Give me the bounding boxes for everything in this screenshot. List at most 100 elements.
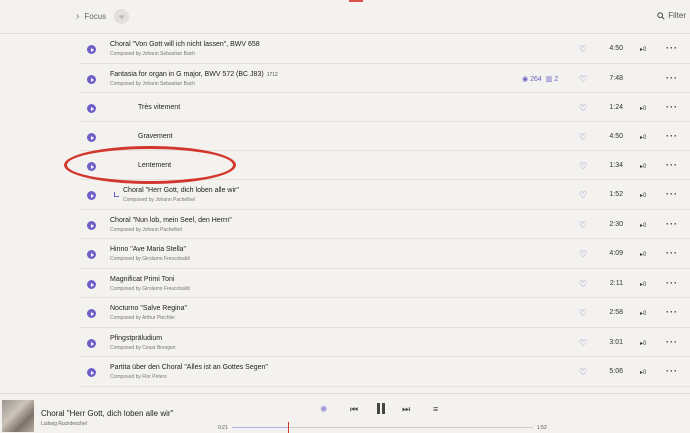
track-year: 1712 [266, 72, 278, 78]
work-stats[interactable]: ◉ 264 ▥ 2 [522, 75, 558, 83]
track-title[interactable]: Très vitement [138, 104, 180, 111]
track-title[interactable]: Choral "Nun lob, mein Seel, den Herrn" [110, 217, 232, 224]
track-row[interactable]: Choral "Herr Gott, dich loben alle wir" C… [80, 180, 690, 210]
play-button[interactable] [87, 75, 96, 84]
track-composer[interactable]: Composed by Johann Pachelbel [123, 197, 195, 203]
track-duration: 2:30 [609, 221, 623, 228]
favorite-heart-icon[interactable]: ♡ [579, 367, 589, 377]
queue-button[interactable]: ≡ [433, 404, 438, 414]
play-button[interactable] [87, 45, 96, 54]
track-composer[interactable]: Composed by Flor Peters [110, 374, 167, 380]
track-composer[interactable]: Composed by Girolamo Frescobaldi [110, 256, 190, 262]
favorite-heart-icon[interactable]: ♡ [579, 74, 589, 84]
more-options-button[interactable]: ··· [666, 366, 678, 376]
album-cover[interactable] [2, 400, 34, 432]
track-duration: 1:52 [609, 191, 623, 198]
play-count: ▸0 [640, 370, 647, 376]
track-duration: 3:01 [609, 339, 623, 346]
track-title[interactable]: Partita über den Choral "Alles ist an Go… [110, 364, 268, 371]
play-count: ▸0 [640, 193, 647, 199]
more-options-button[interactable]: ··· [666, 189, 678, 199]
play-button[interactable] [87, 221, 96, 230]
play-count: ▸0 [640, 223, 647, 229]
track-composer[interactable]: Composed by Johann Sebastian Bach [110, 51, 195, 57]
favorite-heart-icon[interactable]: ♡ [579, 249, 589, 259]
filter-button[interactable]: Filter [657, 11, 686, 20]
track-row[interactable]: Fantasia for organ in G major, BWV 572 (… [80, 64, 690, 93]
previous-button[interactable]: ⏮ [350, 404, 358, 415]
track-composer[interactable]: Composed by Arthur Piechler [110, 315, 175, 321]
seek-bar[interactable] [232, 422, 533, 433]
favorite-heart-icon[interactable]: ♡ [579, 44, 589, 54]
play-button[interactable] [87, 339, 96, 348]
track-list: Choral "Von Gott will ich nicht lassen",… [80, 34, 690, 387]
play-button[interactable] [87, 133, 96, 142]
favorite-heart-icon[interactable]: ♡ [579, 220, 589, 230]
track-duration: 1:24 [609, 104, 623, 111]
more-options-button[interactable]: ··· [666, 307, 678, 317]
track-duration: 7:48 [609, 75, 623, 82]
track-row[interactable]: Pfingstpräludium Composed by Cesar Bresge… [80, 328, 690, 357]
more-options-button[interactable]: ··· [666, 278, 678, 288]
more-options-button[interactable]: ··· [666, 43, 678, 53]
favorite-heart-icon[interactable]: ♡ [579, 190, 589, 200]
track-row[interactable]: Hinno "Ave Maria Stella" Composed by Giro… [80, 239, 690, 269]
more-options-button[interactable]: ··· [666, 102, 678, 112]
chevron-right-icon: › [76, 11, 80, 22]
track-title[interactable]: Fantasia for organ in G major, BWV 572 (… [110, 71, 278, 78]
play-button[interactable] [87, 368, 96, 377]
track-title[interactable]: Hinno "Ave Maria Stella" [110, 246, 186, 253]
favorite-heart-icon[interactable]: ♡ [579, 338, 589, 348]
play-button[interactable] [87, 191, 96, 200]
track-title[interactable]: Magnificat Primi Toni [110, 276, 174, 283]
favorite-heart-icon[interactable]: ♡ [579, 308, 589, 318]
track-title[interactable]: Nocturno "Salve Regina" [110, 305, 187, 312]
focus-toggle[interactable]: › Focus [76, 11, 106, 22]
track-composer[interactable]: Composed by Johann Pachelbel [110, 227, 182, 233]
track-composer[interactable]: Composed by Johann Sebastian Bach [110, 81, 195, 87]
play-button[interactable] [87, 250, 96, 259]
track-composer[interactable]: Composed by Cesar Bresgen [110, 345, 176, 351]
search-icon [657, 11, 665, 20]
play-button[interactable] [87, 104, 96, 113]
track-title[interactable]: Pfingstpräludium [110, 335, 162, 342]
track-title[interactable]: Gravement [138, 133, 173, 140]
play-count: ▸0 [640, 106, 647, 112]
play-count: ▸0 [640, 341, 647, 347]
favorite-album-button[interactable]: ♥ [114, 9, 129, 24]
heart-icon: ♥ [118, 11, 125, 22]
track-composer[interactable]: Composed by Girolamo Frescobaldi [110, 286, 190, 292]
seek-handle[interactable] [288, 422, 290, 433]
track-title[interactable]: Choral "Herr Gott, dich loben alle wir" [123, 187, 239, 194]
track-row[interactable]: Très vitement ♡ 1:24 ▸0 ··· [80, 93, 690, 122]
play-count: ▸0 [640, 311, 647, 317]
more-options-button[interactable]: ··· [666, 337, 678, 347]
favorite-heart-icon[interactable]: ♡ [579, 161, 589, 171]
pause-button[interactable] [377, 403, 385, 414]
track-duration: 1:34 [609, 162, 623, 169]
views-icon: ◉ [522, 76, 529, 83]
favorite-heart-icon[interactable]: ♡ [579, 132, 589, 142]
favorite-heart-icon[interactable]: ♡ [579, 103, 589, 113]
more-options-button[interactable]: ··· [666, 73, 678, 83]
track-row[interactable]: Choral "Nun lob, mein Seel, den Herrn" Co… [80, 210, 690, 239]
more-options-button[interactable]: ··· [666, 219, 678, 229]
track-row[interactable]: Magnificat Primi Toni Composed by Girolam… [80, 269, 690, 298]
now-playing-artist[interactable]: Ludwig Ruckdeschel [41, 421, 87, 427]
filter-label: Filter [668, 11, 686, 20]
now-playing-bar: Choral "Herr Gott, dich loben alle wir" … [0, 393, 690, 433]
now-playing-title[interactable]: Choral "Herr Gott, dich loben alle wir" [41, 409, 173, 418]
total-time: 1:52 [537, 425, 547, 431]
track-row[interactable]: Nocturno "Salve Regina" Composed by Arthu… [80, 298, 690, 328]
play-button[interactable] [87, 280, 96, 289]
play-button[interactable] [87, 309, 96, 318]
track-row[interactable]: Choral "Von Gott will ich nicht lassen",… [80, 34, 690, 64]
track-title[interactable]: Choral "Von Gott will ich nicht lassen",… [110, 41, 260, 48]
favorite-heart-icon[interactable]: ♡ [579, 279, 589, 289]
more-options-button[interactable]: ··· [666, 131, 678, 141]
cast-icon[interactable]: ✺ [320, 404, 328, 415]
next-button[interactable]: ⏭ [402, 404, 410, 415]
track-row[interactable]: Partita über den Choral "Alles ist an Go… [80, 357, 690, 387]
more-options-button[interactable]: ··· [666, 248, 678, 258]
more-options-button[interactable]: ··· [666, 160, 678, 170]
